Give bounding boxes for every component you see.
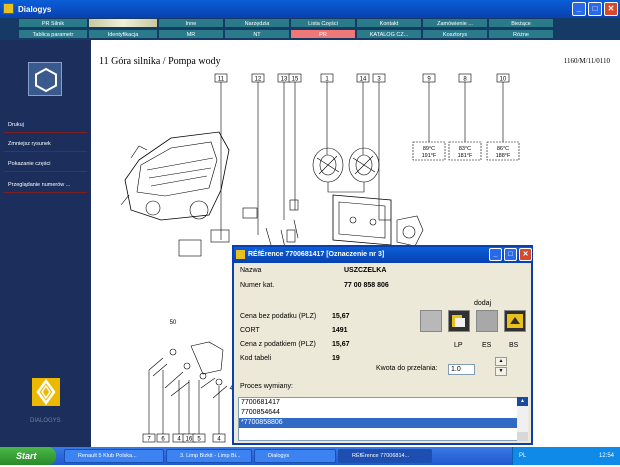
callout-bottom-3: 16 <box>186 437 193 443</box>
kwota-down-button[interactable]: ▼ <box>495 367 507 376</box>
dialog-title: RÉfÉrence 7700681417 [Oznaczenie nr 3] <box>248 251 385 258</box>
system-tray: PL 12:54 <box>512 447 620 465</box>
dialog-close-button[interactable]: ✕ <box>519 248 532 261</box>
temp-2-c: 86°C <box>497 146 509 152</box>
brand-label: DIALOGYS <box>30 418 61 424</box>
cena-bez-value: 15,67 <box>332 313 350 320</box>
list-item[interactable]: *7700858806 <box>239 418 521 428</box>
kwota-up-button[interactable]: ▲ <box>495 357 507 366</box>
page-reference: 1160/M/11/0110 <box>563 57 610 65</box>
menu-pr[interactable]: PR <box>290 29 356 39</box>
proces-scrollbar[interactable]: ▲ <box>517 397 528 441</box>
proces-label: Proces wymiany: <box>240 383 293 390</box>
kwota-label: Kwota do przelania: <box>376 365 438 372</box>
bs-icon[interactable] <box>504 310 526 332</box>
dialog-app-icon <box>236 250 245 259</box>
drawing-mark-50: 50 <box>170 320 177 326</box>
lp-icon[interactable] <box>448 310 470 332</box>
cort-value: 1491 <box>332 327 348 334</box>
dialog-maximize-button[interactable]: □ <box>504 248 517 261</box>
callout-top-2: 13 <box>281 77 288 83</box>
callout-top-9: 10 <box>500 77 507 83</box>
callout-top-1: 12 <box>255 77 262 83</box>
nazwa-value: USZCZELKA <box>344 267 387 274</box>
menu-tablica-parametr[interactable]: Tablica parametr <box>18 29 88 39</box>
kod-value: 19 <box>332 355 340 362</box>
numer-value: 77 00 858 806 <box>344 282 389 289</box>
menu-identyfikacja[interactable]: Identyfikacja <box>88 29 158 39</box>
sidebar-item-przegladanie[interactable]: Przeglądanie numerów ... <box>4 178 87 193</box>
menu-rozne[interactable]: Różne <box>488 29 554 39</box>
menu-kosztorys[interactable]: Kosztorys <box>422 29 488 39</box>
hex-logo-icon <box>28 62 62 96</box>
window-title: Dialogys <box>18 4 52 14</box>
renault-logo-icon <box>32 378 60 406</box>
language-indicator[interactable]: PL <box>519 447 526 465</box>
bs-label: BS <box>509 342 519 349</box>
minimize-button[interactable]: _ <box>572 2 586 16</box>
dialog-titlebar: RÉfÉrence 7700681417 [Oznaczenie nr 3] _… <box>234 247 532 263</box>
menu-nt[interactable]: NT <box>224 29 290 39</box>
taskbar-item-music[interactable]: 3. Limp Bizkit - Limp Bi... <box>166 449 252 463</box>
list-item[interactable]: 7700854644 <box>239 408 521 418</box>
taskbar-item-reference[interactable]: RÉfÉrence 77006814... <box>338 449 432 463</box>
sidebar-item-zmniejsz[interactable]: Zmniejsz rysunek <box>4 137 87 152</box>
cena-bez-label: Cena bez podatku (PLZ) <box>240 313 317 320</box>
es-icon[interactable] <box>476 310 498 332</box>
nazwa-label: Nazwa <box>240 267 262 274</box>
sidebar-item-drukuj[interactable]: Drukuj <box>4 118 87 133</box>
callout-top-0: 11 <box>218 77 225 83</box>
temp-0-f: 191°F <box>422 153 437 159</box>
menu-narzedzia[interactable]: Narzędzia <box>224 18 290 28</box>
lp-label: LP <box>454 342 463 349</box>
menu-kontakt[interactable]: Kontakt <box>356 18 422 28</box>
page-title: 11 Góra silnika / Pompa wody <box>99 56 221 67</box>
start-button[interactable]: Start <box>0 447 56 465</box>
list-item[interactable]: 7700681417 <box>239 398 521 408</box>
notepad-icon[interactable] <box>420 310 442 332</box>
menu-bar: PR Silnik Inne Narzędzia Lista Części Ko… <box>0 18 620 40</box>
cena-z-label: Cena z podatkiem (PLZ) <box>240 341 316 348</box>
window-titlebar: Dialogys _ □ ✕ <box>0 0 620 18</box>
temp-1-c: 83°C <box>459 146 471 152</box>
kwota-input[interactable]: 1.0 <box>448 364 475 375</box>
temp-2-f: 188°F <box>496 153 511 159</box>
scroll-down-icon[interactable] <box>517 432 528 441</box>
scroll-up-icon[interactable]: ▲ <box>517 397 528 406</box>
menu-biezace[interactable]: Bieżące <box>488 18 554 28</box>
clock: 12:54 <box>598 453 614 459</box>
app-icon <box>3 3 14 14</box>
cort-label: CORT <box>240 327 260 334</box>
kod-label: Kod tabeli <box>240 355 272 362</box>
taskbar-item-dialogys[interactable]: Dialogys <box>254 449 336 463</box>
maximize-button[interactable]: □ <box>588 2 602 16</box>
dialog-minimize-button[interactable]: _ <box>489 248 502 261</box>
callout-top-3: 15 <box>292 77 299 83</box>
temp-0-c: 89°C <box>423 146 435 152</box>
taskbar-item-renault[interactable]: Renault 5 Klub Polska... <box>64 449 164 463</box>
es-label: ES <box>482 342 492 349</box>
close-button[interactable]: ✕ <box>604 2 618 16</box>
menu-mr[interactable]: MR <box>158 29 224 39</box>
callout-top-5: 14 <box>360 77 367 83</box>
menu-inne[interactable]: Inne <box>158 18 224 28</box>
menu-katalog[interactable]: KATALOG CZ... <box>356 29 422 39</box>
dodaj-label: dodaj <box>474 300 492 307</box>
menu-zamowienie[interactable]: Zamówienie ... <box>422 18 488 28</box>
proces-list[interactable]: 7700681417 7700854644 *7700858806 <box>238 397 522 441</box>
reference-dialog: RÉfÉrence 7700681417 [Oznaczenie nr 3] _… <box>232 245 533 445</box>
numer-label: Numer kat. <box>240 282 275 289</box>
menu-lista-czesci[interactable]: Lista Części <box>290 18 356 28</box>
sidebar-item-pokazanie[interactable]: Pokazanie części <box>4 157 87 172</box>
menu-image-cell[interactable] <box>88 18 158 28</box>
cena-z-value: 15,67 <box>332 341 350 348</box>
menu-pr-silnik[interactable]: PR Silnik <box>18 18 88 28</box>
taskbar: Start Renault 5 Klub Polska... 3. Limp B… <box>0 447 620 465</box>
sidebar: Drukuj Zmniejsz rysunek Pokazanie części… <box>0 40 91 467</box>
temp-1-f: 181°F <box>458 153 473 159</box>
